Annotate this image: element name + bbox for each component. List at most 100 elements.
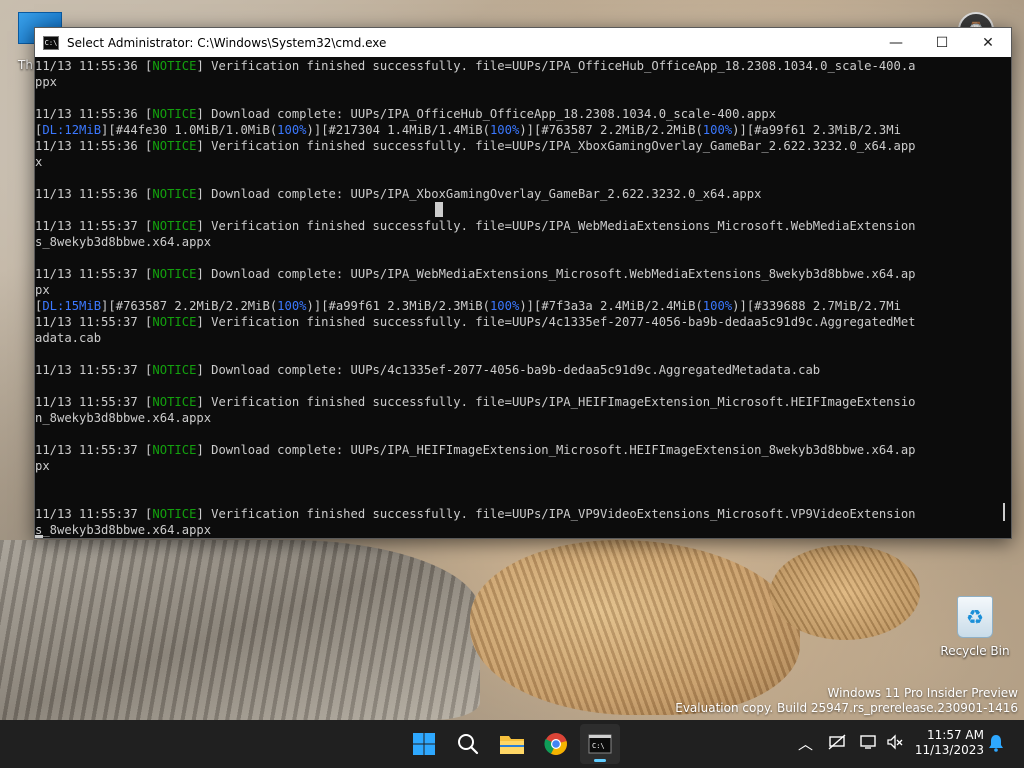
console-line: s_8wekyb3d8bbwe.x64.appx: [35, 234, 995, 250]
log-timestamp: 11/13 11:55:37 [: [35, 219, 153, 233]
log-message: ] Verification finished successfully. fi…: [196, 507, 916, 521]
console-line: adata.cab: [35, 330, 995, 346]
notification-bell-icon[interactable]: [988, 734, 1004, 757]
volume-muted-icon[interactable]: [886, 734, 904, 755]
download-speed: DL:15MiB: [42, 299, 102, 313]
clock-time: 11:57 AM: [927, 728, 984, 742]
console-line: [DL:15MiB][#763587 2.2MiB/2.2MiB(100%)][…: [35, 298, 995, 314]
log-timestamp: 11/13 11:55:37 [: [35, 395, 153, 409]
console-line: 11/13 11:55:37 [NOTICE] Download complet…: [35, 442, 995, 458]
log-message: ] Download complete: UUPs/IPA_OfficeHub_…: [196, 107, 777, 121]
log-message: ] Download complete: UUPs/4c1335ef-2077-…: [196, 363, 821, 377]
download-progress: [#a99f61 2.3MiB/2.3Mi: [746, 123, 901, 137]
network-disconnected-icon[interactable]: [828, 734, 846, 755]
log-message: ] Verification finished successfully. fi…: [196, 395, 916, 409]
console-line: px: [35, 282, 995, 298]
download-percent: 100%: [489, 299, 520, 313]
minimize-button[interactable]: —: [873, 28, 919, 57]
cmd-window[interactable]: C:\ Select Administrator: C:\Windows\Sys…: [34, 27, 1012, 539]
folder-icon: [500, 736, 524, 754]
window-titlebar[interactable]: C:\ Select Administrator: C:\Windows\Sys…: [35, 28, 1011, 57]
desktop-shortcut-label: Th: [18, 58, 33, 72]
bracket: )]: [732, 299, 747, 313]
scrollbar-thumb[interactable]: [1003, 503, 1005, 521]
close-button[interactable]: ✕: [965, 28, 1011, 57]
download-progress: [#7f3a3a 2.4MiB/2.4MiB(: [534, 299, 703, 313]
console-output[interactable]: 11/13 11:55:36 [NOTICE] Verification fin…: [35, 57, 995, 538]
console-line: 11/13 11:55:36 [NOTICE] Verification fin…: [35, 138, 995, 154]
bracket: )]: [306, 123, 322, 137]
log-timestamp: 11/13 11:55:37 [: [35, 363, 153, 377]
chrome-button[interactable]: [536, 724, 576, 764]
watermark-edition: Windows 11 Pro Insider Preview: [827, 686, 1018, 700]
log-level-notice: NOTICE: [152, 107, 197, 121]
log-continuation: n_8wekyb3d8bbwe.x64.appx: [35, 411, 212, 425]
download-percent: 100%: [277, 299, 307, 313]
download-progress: [#217304 1.4MiB/1.4MiB(: [321, 123, 490, 137]
log-continuation: px: [35, 283, 50, 297]
download-progress: [#763587 2.2MiB/2.2MiB(: [534, 123, 703, 137]
log-timestamp: 11/13 11:55:37 [: [35, 267, 153, 281]
file-explorer-button[interactable]: [492, 724, 532, 764]
download-progress: [#763587 2.2MiB/2.2MiB(: [108, 299, 278, 313]
bracket: )]: [732, 123, 747, 137]
log-message: ] Verification finished successfully. fi…: [196, 219, 916, 233]
console-line: s_8wekyb3d8bbwe.x64.appx: [35, 522, 995, 538]
text-cursor: [435, 202, 443, 217]
log-timestamp: 11/13 11:55:36 [: [35, 139, 153, 153]
svg-text:C:\: C:\: [592, 742, 605, 750]
terminal-button[interactable]: C:\: [580, 724, 620, 764]
log-message: ] Download complete: UUPs/IPA_XboxGaming…: [196, 187, 762, 201]
search-button[interactable]: [448, 724, 488, 764]
terminal-icon: C:\: [588, 734, 612, 754]
log-level-notice: NOTICE: [152, 219, 197, 233]
recycle-bin-icon: ♻: [957, 596, 993, 638]
log-timestamp: 11/13 11:55:37 [: [35, 315, 153, 329]
windows-watermark: Windows 11 Pro Insider Preview Evaluatio…: [675, 686, 1018, 716]
show-hidden-icons-chevron-icon[interactable]: ︿: [798, 734, 813, 754]
log-level-notice: NOTICE: [152, 315, 197, 329]
active-app-indicator: [594, 759, 606, 762]
log-continuation: s_8wekyb3d8bbwe.x64.appx: [35, 235, 212, 249]
console-line: 11/13 11:55:36 [NOTICE] Download complet…: [35, 186, 995, 202]
recycle-bin[interactable]: ♻ Recycle Bin: [940, 596, 1010, 658]
display-icon[interactable]: [860, 734, 878, 755]
console-line: 11/13 11:55:36 [NOTICE] Verification fin…: [35, 58, 995, 74]
maximize-button[interactable]: ☐: [919, 28, 965, 57]
log-level-notice: NOTICE: [152, 59, 197, 73]
log-timestamp: 11/13 11:55:37 [: [35, 443, 153, 457]
log-message: ] Verification finished successfully. fi…: [196, 59, 916, 73]
input-caret: [35, 535, 43, 538]
console-line: 11/13 11:55:37 [NOTICE] Verification fin…: [35, 394, 995, 410]
download-progress: [#a99f61 2.3MiB/2.3MiB(: [321, 299, 490, 313]
log-level-notice: NOTICE: [152, 139, 197, 153]
taskbar: C:\ ︿ 11:57 AM 11/13/2023: [0, 720, 1024, 768]
log-level-notice: NOTICE: [152, 507, 197, 521]
console-line: 11/13 11:55:37 [NOTICE] Verification fin…: [35, 314, 995, 330]
recycle-bin-label: Recycle Bin: [940, 644, 1010, 658]
taskbar-clock[interactable]: 11:57 AM 11/13/2023: [914, 728, 984, 758]
download-percent: 100%: [277, 123, 307, 137]
console-line: 11/13 11:55:36 [NOTICE] Download complet…: [35, 106, 995, 122]
console-line: [DL:12MiB][#44fe30 1.0MiB/1.0MiB(100%)][…: [35, 122, 995, 138]
log-level-notice: NOTICE: [152, 267, 197, 281]
log-continuation: x: [35, 155, 43, 169]
start-button[interactable]: [404, 724, 444, 764]
log-continuation: ppx: [35, 75, 58, 89]
log-timestamp: 11/13 11:55:36 [: [35, 187, 153, 201]
log-timestamp: 11/13 11:55:36 [: [35, 59, 153, 73]
wallpaper-rock: [0, 540, 480, 720]
log-timestamp: 11/13 11:55:37 [: [35, 507, 153, 521]
cmd-icon: C:\: [43, 35, 59, 50]
clock-date: 11/13/2023: [914, 743, 984, 757]
console-line: 11/13 11:55:37 [NOTICE] Download complet…: [35, 362, 995, 378]
log-level-notice: NOTICE: [152, 187, 197, 201]
log-message: ] Download complete: UUPs/IPA_WebMediaEx…: [196, 267, 916, 281]
